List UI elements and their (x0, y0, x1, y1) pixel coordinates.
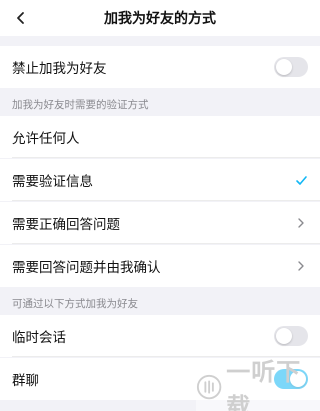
chevron-left-icon (17, 12, 24, 24)
option-label: 需要正确回答问题 (12, 217, 120, 233)
option-require-verification[interactable]: 需要验证信息 (0, 159, 320, 201)
option-label: 需要验证信息 (12, 174, 93, 190)
divider (12, 243, 320, 244)
checkmark-icon (294, 173, 308, 187)
option-label: 需要回答问题并由我确认 (12, 260, 161, 276)
toggle-knob (276, 328, 292, 344)
chevron-right-icon (294, 259, 308, 273)
chevron-right-icon (294, 216, 308, 230)
option-answer-and-confirm[interactable]: 需要回答问题并由我确认 (0, 245, 320, 287)
verify-section-header: 加我为好友时需要的验证方式 (0, 92, 320, 116)
watermark-logo-icon (196, 374, 222, 399)
page-title: 加我为好友的方式 (104, 11, 216, 27)
divider (12, 200, 320, 201)
watermark-text: 一听下载 (226, 357, 302, 411)
nav-bar: 加我为好友的方式 (0, 0, 320, 36)
option-correct-answer[interactable]: 需要正确回答问题 (0, 202, 320, 244)
watermark: 一听下载 (196, 358, 320, 411)
via-section-header: 可通过以下方式加我为好友 (0, 291, 320, 315)
block-add-row[interactable]: 禁止加我为好友 (0, 46, 320, 88)
option-label: 允许任何人 (12, 131, 80, 147)
divider (12, 157, 320, 158)
via-label: 临时会话 (12, 330, 66, 346)
temp-chat-toggle[interactable] (274, 326, 308, 346)
back-button[interactable] (6, 3, 36, 33)
option-allow-anyone[interactable]: 允许任何人 (0, 116, 320, 158)
block-add-toggle[interactable] (274, 57, 308, 77)
toggle-knob (276, 59, 292, 75)
block-add-label: 禁止加我为好友 (12, 61, 107, 77)
